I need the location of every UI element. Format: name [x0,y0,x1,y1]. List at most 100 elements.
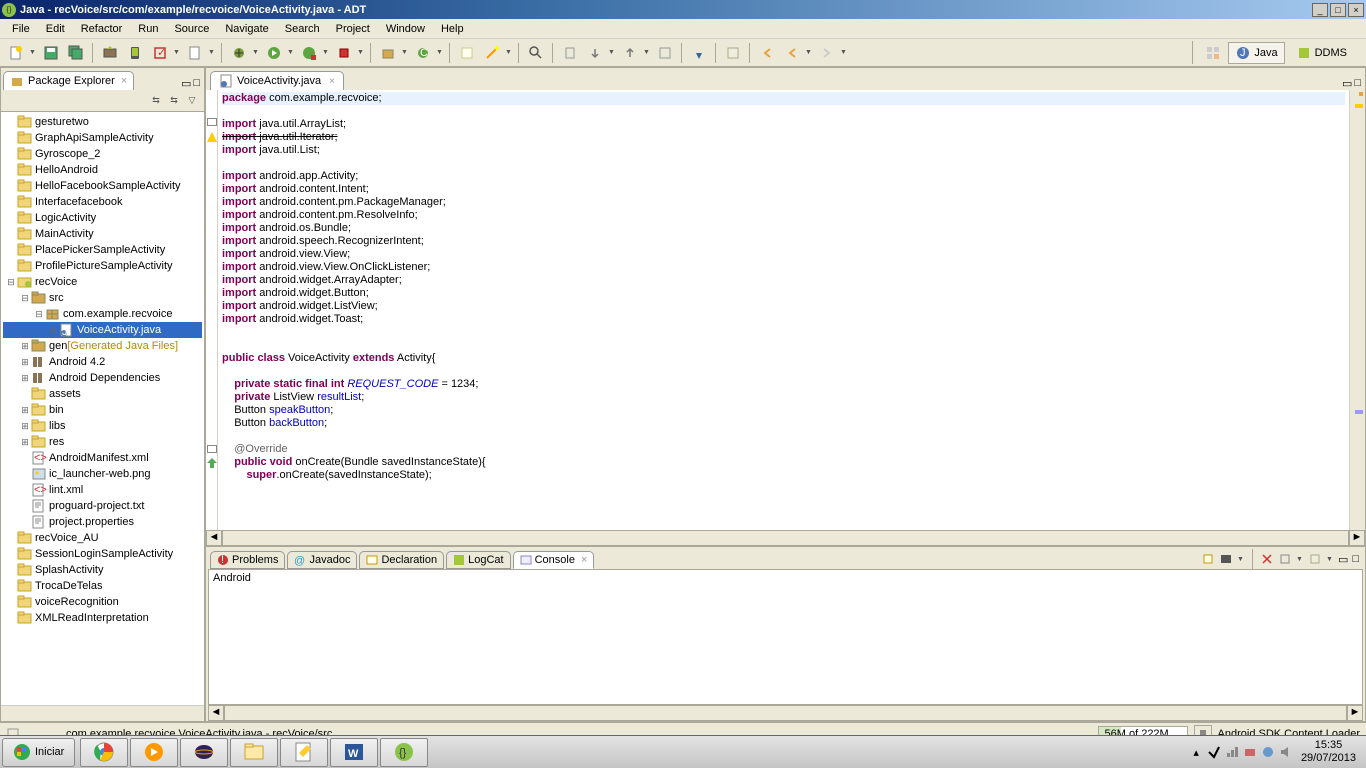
tree-item-gen[interactable]: ⊞gen [Generated Java Files] [3,338,202,354]
fold-marker-icon[interactable] [207,445,217,453]
tree-item-assets[interactable]: assets [3,386,202,402]
collapse-all-button[interactable]: ⇆ [148,93,164,109]
taskbar-media-player[interactable] [130,738,178,767]
tree-item-placepickersampleactivity[interactable]: PlacePickerSampleActivity [3,242,202,258]
code-area[interactable]: package com.example.recvoice; import jav… [218,90,1349,530]
taskbar-eclipse[interactable] [180,738,228,767]
tree-item-bin[interactable]: ⊞bin [3,402,202,418]
build-button[interactable] [721,42,744,64]
new-class-button[interactable]: C [411,42,434,64]
start-button[interactable]: Iniciar [2,738,75,767]
tree-item-voicerecognition[interactable]: voiceRecognition [3,594,202,610]
tray-clock[interactable]: 15:35 29/07/2013 [1301,739,1356,765]
project-tree[interactable]: gesturetwoGraphApiSampleActivityGyroscop… [1,112,204,705]
overview-mark[interactable] [1359,92,1363,96]
tree-item-profilepicturesampleactivity[interactable]: ProfilePictureSampleActivity [3,258,202,274]
minimize-button[interactable]: _ [1312,3,1328,17]
prev-annotation-button[interactable] [618,42,641,64]
console-hscroll[interactable]: ◄ ► [208,705,1363,721]
last-edit-button[interactable] [653,42,676,64]
tree-item-trocadetelas[interactable]: TrocaDeTelas [3,578,202,594]
tree-item-recvoice-au[interactable]: recVoice_AU [3,530,202,546]
open-console-icon[interactable] [1308,552,1322,566]
tree-item-androidmanifest-xml[interactable]: <>AndroidManifest.xml [3,450,202,466]
package-explorer-tab[interactable]: Package Explorer × [3,71,134,90]
open-type-button[interactable] [455,42,478,64]
console-output[interactable]: Android [208,569,1363,705]
view-menu-button[interactable]: ▽ [184,93,200,109]
avd-manager-button[interactable] [123,42,146,64]
tree-expand-icon[interactable]: ⊞ [19,405,31,416]
horizontal-scrollbar[interactable] [1,705,204,721]
tree-item-xmlreadinterpretation[interactable]: XMLReadInterpretation [3,610,202,626]
new-package-button[interactable] [376,42,399,64]
overview-ruler[interactable] [1349,90,1365,530]
tree-expand-icon[interactable]: ⊞ [19,437,31,448]
tab-logcat[interactable]: LogCat [446,551,510,569]
tree-item-com-example-recvoice[interactable]: ⊟com.example.recvoice [3,306,202,322]
clear-console-icon[interactable] [1260,552,1274,566]
tree-item-libs[interactable]: ⊞libs [3,418,202,434]
back-history-button[interactable] [780,42,803,64]
editor-hscroll[interactable]: ◄ ► [206,530,1365,546]
tree-expand-icon[interactable]: ⊟ [33,309,45,320]
tree-item-res[interactable]: ⊞res [3,434,202,450]
tab-console[interactable]: Console× [513,551,595,569]
tree-item-sessionloginsampleactivity[interactable]: SessionLoginSampleActivity [3,546,202,562]
tree-item-project-properties[interactable]: project.properties [3,514,202,530]
close-button[interactable]: × [1348,3,1364,17]
taskbar-explorer[interactable] [230,738,278,767]
menu-file[interactable]: File [4,21,38,37]
tree-item-android-dependencies[interactable]: ⊞Android Dependencies [3,370,202,386]
tray-expand-icon[interactable]: ▴ [1193,746,1199,759]
display-console-icon[interactable] [1219,552,1233,566]
tray-volume-icon[interactable] [1279,745,1293,759]
wand-button[interactable] [480,42,503,64]
menu-search[interactable]: Search [277,21,328,37]
tree-expand-icon[interactable]: ⊞ [47,325,59,336]
scroll-lock-icon[interactable] [1278,552,1292,566]
minimize-view-icon[interactable]: ▭ [181,77,191,90]
new-wizard-button[interactable] [183,42,206,64]
tree-item-ic-launcher-web-png[interactable]: ic_launcher-web.png [3,466,202,482]
tree-item-voiceactivity-java[interactable]: ⊞JVoiceActivity.java [3,322,202,338]
taskbar-adt[interactable]: {} [380,738,428,767]
menu-navigate[interactable]: Navigate [217,21,276,37]
pin-console-icon[interactable] [1201,552,1215,566]
tree-item-lint-xml[interactable]: <>lint.xml [3,482,202,498]
maximize-button[interactable]: □ [1330,3,1346,17]
new-dropdown[interactable]: ▼ [29,49,37,56]
tray-icon[interactable] [1207,745,1221,759]
new-button[interactable] [4,42,27,64]
maximize-editor-icon[interactable]: □ [1354,77,1361,90]
close-tab-icon[interactable]: × [581,554,587,566]
tab-javadoc[interactable]: @Javadoc [287,551,357,569]
minimize-bottom-icon[interactable]: ▭ [1338,553,1348,566]
sdk-manager-button[interactable] [98,42,121,64]
menu-edit[interactable]: Edit [38,21,73,37]
close-icon[interactable]: × [121,75,127,87]
menu-source[interactable]: Source [166,21,217,37]
taskbar-chrome[interactable] [80,738,128,767]
minimize-editor-icon[interactable]: ▭ [1342,77,1352,90]
run-last-button[interactable] [297,42,320,64]
override-marker-icon[interactable] [207,458,217,466]
warning-marker-icon[interactable] [207,132,217,140]
tree-expand-icon[interactable]: ⊟ [5,277,17,288]
lint-dropdown[interactable]: ▼ [173,49,181,56]
close-tab-icon[interactable]: × [329,76,335,87]
search-button[interactable] [524,42,547,64]
editor-tab-voiceactivity[interactable]: VoiceActivity.java × [210,71,344,90]
tray-network-icon[interactable] [1225,745,1239,759]
tree-item-splashactivity[interactable]: SplashActivity [3,562,202,578]
tree-item-mainactivity[interactable]: MainActivity [3,226,202,242]
save-button[interactable] [39,42,62,64]
lint-button[interactable]: ✓ [148,42,171,64]
maximize-bottom-icon[interactable]: □ [1352,553,1359,565]
maximize-view-icon[interactable]: □ [193,77,200,90]
overview-warning-mark[interactable] [1355,104,1363,108]
toggle-mark-button[interactable] [558,42,581,64]
menu-project[interactable]: Project [328,21,378,37]
tab-problems[interactable]: !Problems [210,551,285,569]
forward-button[interactable] [815,42,838,64]
